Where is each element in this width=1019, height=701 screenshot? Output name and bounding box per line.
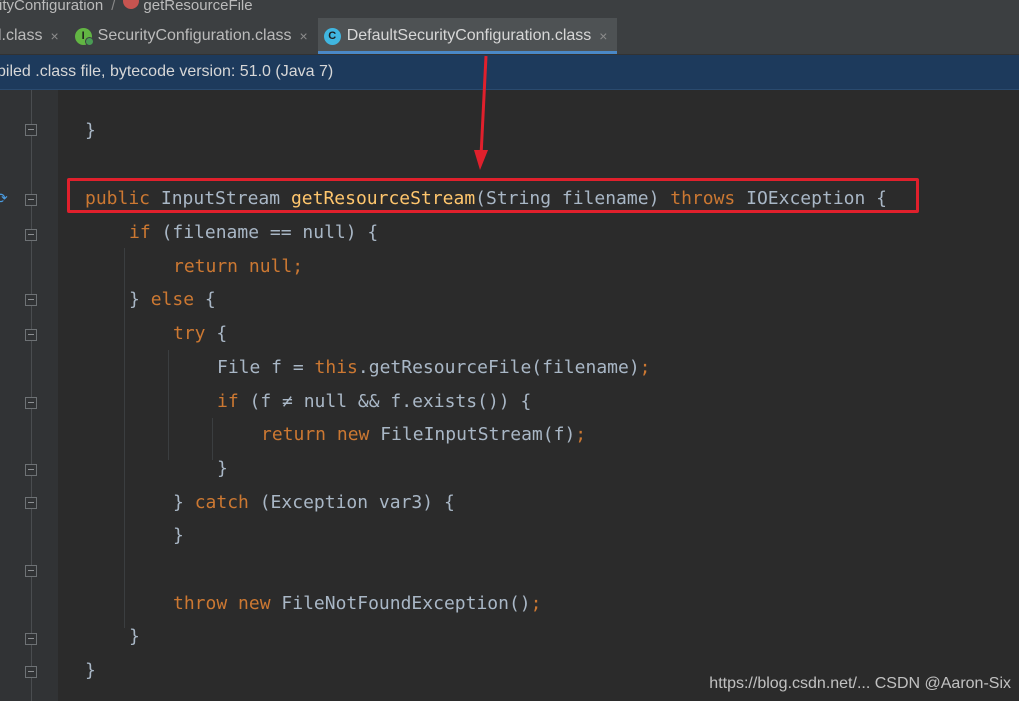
fold-marker[interactable] bbox=[25, 194, 37, 206]
close-icon[interactable]: × bbox=[50, 28, 58, 44]
code-editor[interactable]: ⟳ } public InputStream getResourceStream… bbox=[0, 90, 1019, 701]
breadcrumb-item-method[interactable]: getResourceFile bbox=[123, 0, 253, 14]
code-line: } else { bbox=[129, 289, 216, 310]
code-line: return null; bbox=[173, 256, 304, 277]
implementation-icon[interactable]: ⟳ bbox=[0, 191, 12, 207]
interface-icon: I bbox=[74, 27, 94, 46]
code-line: if (f ≠ null && f.exists()) { bbox=[217, 391, 532, 412]
banner-text: piled .class file, bytecode version: 51.… bbox=[0, 63, 334, 80]
breadcrumb-method-label: getResourceFile bbox=[143, 0, 253, 14]
tab-default-security-configuration[interactable]: C DefaultSecurityConfiguration.class × bbox=[317, 18, 618, 54]
editor-tab-bar: l.class × I SecurityConfiguration.class … bbox=[0, 18, 1019, 55]
gutter-divider bbox=[31, 90, 32, 701]
code-line: if (filename == null) { bbox=[129, 222, 379, 243]
code-line: try { bbox=[173, 323, 228, 344]
decompiled-info-banner: piled .class file, bytecode version: 51.… bbox=[0, 55, 1019, 90]
code-line: } bbox=[85, 660, 96, 681]
code-line: return new FileInputStream(f); bbox=[261, 424, 587, 445]
close-icon[interactable]: × bbox=[300, 28, 308, 44]
fold-marker[interactable] bbox=[25, 397, 37, 409]
fold-marker[interactable] bbox=[25, 633, 37, 645]
breadcrumb-item-class[interactable]: rityConfiguration bbox=[0, 0, 103, 14]
annotation-highlight-box bbox=[67, 178, 919, 213]
code-line: } bbox=[217, 458, 228, 479]
code-line: File f = this.getResourceFile(filename); bbox=[217, 357, 651, 378]
tab-l-class[interactable]: l.class × bbox=[0, 18, 69, 54]
watermark: https://blog.csdn.net/... CSDN @Aaron-Si… bbox=[709, 675, 1011, 692]
tab-security-configuration[interactable]: I SecurityConfiguration.class × bbox=[69, 18, 318, 54]
code-line: throw new FileNotFoundException(); bbox=[173, 593, 542, 614]
indent-guide bbox=[168, 350, 169, 460]
code-line: } bbox=[85, 120, 96, 141]
code-line: } bbox=[129, 626, 140, 647]
fold-marker[interactable] bbox=[25, 124, 37, 136]
close-icon[interactable]: × bbox=[599, 28, 607, 44]
fold-marker[interactable] bbox=[25, 497, 37, 509]
fold-marker[interactable] bbox=[25, 229, 37, 241]
tab-label: DefaultSecurityConfiguration.class bbox=[346, 27, 592, 44]
tab-label: SecurityConfiguration.class bbox=[97, 27, 292, 44]
fold-marker[interactable] bbox=[25, 294, 37, 306]
code-line: } catch (Exception var3) { bbox=[173, 492, 455, 513]
indent-guide bbox=[212, 418, 213, 460]
fold-marker[interactable] bbox=[25, 666, 37, 678]
indent-guide bbox=[124, 248, 125, 628]
fold-marker[interactable] bbox=[25, 565, 37, 577]
fold-marker[interactable] bbox=[25, 329, 37, 341]
breadcrumb-separator: / bbox=[111, 0, 116, 14]
gutter bbox=[0, 90, 58, 701]
class-icon: C bbox=[323, 27, 341, 45]
tab-label: l.class bbox=[0, 27, 43, 44]
code-line: } bbox=[173, 525, 184, 546]
method-icon bbox=[123, 0, 140, 9]
fold-marker[interactable] bbox=[25, 464, 37, 476]
breadcrumb: rityConfiguration / getResourceFile bbox=[0, 0, 1019, 18]
